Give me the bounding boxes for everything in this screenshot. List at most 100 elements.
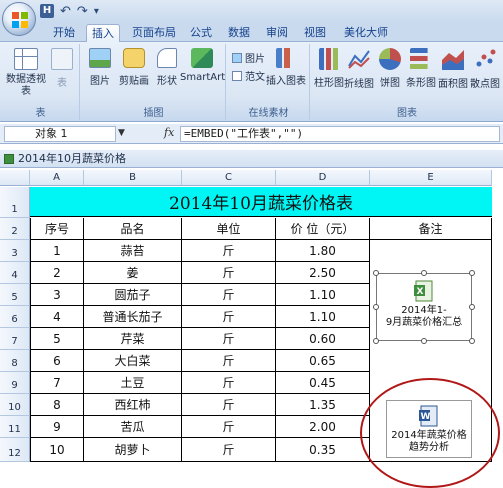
resize-handle[interactable]	[421, 270, 427, 276]
tab-data[interactable]: 数据	[222, 24, 256, 42]
cell-name[interactable]: 土豆	[84, 372, 182, 394]
cell-price[interactable]: 1.10	[276, 284, 370, 306]
pivot-table-button[interactable]: 数据透视表	[6, 48, 46, 98]
resize-handle[interactable]	[469, 304, 475, 310]
row-header-5[interactable]: 5	[0, 284, 30, 306]
tab-beautify-master[interactable]: 美化大师	[336, 24, 396, 42]
area-chart-button[interactable]: 面积图	[438, 48, 468, 90]
tab-view[interactable]: 视图	[298, 24, 332, 42]
bar-chart-button[interactable]: 条形图	[406, 48, 436, 89]
cell-price[interactable]: 0.60	[276, 328, 370, 350]
cell-name[interactable]: 蒜苔	[84, 240, 182, 262]
cell-unit[interactable]: 斤	[182, 372, 276, 394]
cell-number[interactable]: 9	[30, 416, 84, 438]
cell-price[interactable]: 1.10	[276, 306, 370, 328]
resize-handle[interactable]	[421, 338, 427, 344]
resize-handle[interactable]	[373, 304, 379, 310]
cell-number[interactable]: 8	[30, 394, 84, 416]
undo-icon[interactable]: ↶	[60, 4, 71, 19]
row-header-12[interactable]: 12	[0, 438, 30, 462]
shapes-button[interactable]: 形状	[152, 48, 182, 87]
row-header-11[interactable]: 11	[0, 416, 30, 438]
header-cell-name[interactable]: 品名	[84, 218, 182, 240]
row-header-4[interactable]: 4	[0, 262, 30, 284]
cell-name[interactable]: 大白菜	[84, 350, 182, 372]
row-header-6[interactable]: 6	[0, 306, 30, 328]
column-header-e[interactable]: E	[370, 170, 492, 186]
smartart-button[interactable]: SmartArt	[180, 48, 225, 83]
cell-number[interactable]: 10	[30, 438, 84, 462]
cell-price[interactable]: 0.45	[276, 372, 370, 394]
clip-art-button[interactable]: 剪贴画	[116, 48, 152, 87]
cell-unit[interactable]: 斤	[182, 416, 276, 438]
cell-unit[interactable]: 斤	[182, 240, 276, 262]
cell-number[interactable]: 4	[30, 306, 84, 328]
cell-name[interactable]: 普通长茄子	[84, 306, 182, 328]
table-button[interactable]: 表	[48, 48, 76, 89]
redo-icon[interactable]: ↷	[77, 4, 88, 19]
tab-home[interactable]: 开始	[46, 24, 82, 42]
column-header-c[interactable]: C	[182, 170, 276, 186]
row-header-9[interactable]: 9	[0, 372, 30, 394]
cell-price[interactable]: 1.80	[276, 240, 370, 262]
cell-price[interactable]: 0.65	[276, 350, 370, 372]
row-header-2[interactable]: 2	[0, 218, 30, 240]
column-header-d[interactable]: D	[276, 170, 370, 186]
cell-name[interactable]: 圆茄子	[84, 284, 182, 306]
office-button[interactable]	[2, 2, 36, 36]
row-header-3[interactable]: 3	[0, 240, 30, 262]
cell-name[interactable]: 姜	[84, 262, 182, 284]
cell-price[interactable]: 2.00	[276, 416, 370, 438]
cell-unit[interactable]: 斤	[182, 394, 276, 416]
row-header-10[interactable]: 10	[0, 394, 30, 416]
online-picture-button[interactable]: 图片	[232, 50, 265, 65]
cell-number[interactable]: 1	[30, 240, 84, 262]
cell-number[interactable]: 3	[30, 284, 84, 306]
cell-unit[interactable]: 斤	[182, 438, 276, 462]
insert-chart-online-button[interactable]: 插入图表	[264, 48, 308, 87]
row-header-8[interactable]: 8	[0, 350, 30, 372]
cell-name[interactable]: 胡萝卜	[84, 438, 182, 462]
cell-number[interactable]: 7	[30, 372, 84, 394]
cell-number[interactable]: 6	[30, 350, 84, 372]
resize-handle[interactable]	[373, 338, 379, 344]
row-header-1[interactable]: 1	[0, 187, 30, 218]
template-button[interactable]: 范文	[232, 68, 265, 83]
header-cell-price[interactable]: 价 位（元）	[276, 218, 370, 240]
tab-formulas[interactable]: 公式	[184, 24, 218, 42]
tab-review[interactable]: 审阅	[260, 24, 294, 42]
scatter-chart-button[interactable]: 散点图	[470, 48, 500, 90]
cell-price[interactable]: 2.50	[276, 262, 370, 284]
name-box[interactable]: 对象 1	[4, 126, 116, 142]
row-header-7[interactable]: 7	[0, 328, 30, 350]
cell-name[interactable]: 苦瓜	[84, 416, 182, 438]
column-header-a[interactable]: A	[30, 170, 84, 186]
resize-handle[interactable]	[373, 270, 379, 276]
cell-price[interactable]: 0.35	[276, 438, 370, 462]
column-chart-button[interactable]: 柱形图	[314, 48, 344, 89]
cell-unit[interactable]: 斤	[182, 284, 276, 306]
column-header-b[interactable]: B	[84, 170, 182, 186]
cell-unit[interactable]: 斤	[182, 328, 276, 350]
cell-unit[interactable]: 斤	[182, 350, 276, 372]
cell-number[interactable]: 5	[30, 328, 84, 350]
embedded-excel-object[interactable]: X 2014年1- 9月蔬菜价格汇总	[373, 270, 475, 344]
save-icon[interactable]: H	[40, 4, 54, 18]
customize-quick-access-icon[interactable]: ▾	[94, 6, 99, 17]
select-all-corner[interactable]	[0, 170, 30, 186]
insert-function-icon[interactable]: fx	[164, 126, 174, 139]
line-chart-button[interactable]: 折线图	[344, 48, 374, 90]
cell-unit[interactable]: 斤	[182, 262, 276, 284]
pie-chart-button[interactable]: 饼图	[376, 48, 404, 89]
resize-handle[interactable]	[469, 270, 475, 276]
cell-name[interactable]: 芹菜	[84, 328, 182, 350]
header-cell-number[interactable]: 序号	[30, 218, 84, 240]
cell-number[interactable]: 2	[30, 262, 84, 284]
cell-name[interactable]: 西红柿	[84, 394, 182, 416]
tab-insert[interactable]: 插入	[86, 24, 120, 42]
formula-input[interactable]: =EMBED("工作表","")	[180, 126, 500, 142]
header-cell-remarks[interactable]: 备注	[370, 218, 492, 240]
sheet-title-cell[interactable]: 2014年10月蔬菜价格表	[30, 187, 492, 217]
header-cell-unit[interactable]: 单位	[182, 218, 276, 240]
cell-unit[interactable]: 斤	[182, 306, 276, 328]
